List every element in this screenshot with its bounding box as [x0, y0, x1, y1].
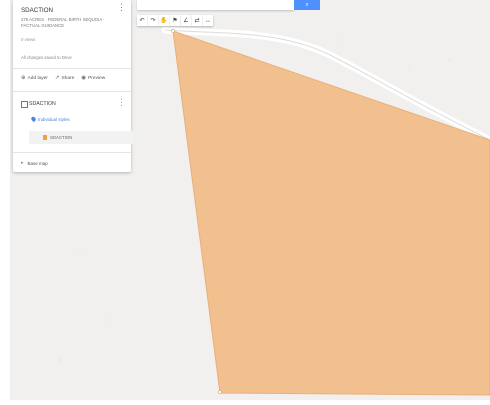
save-status: All changes saved to Drive [21, 55, 72, 60]
style-link[interactable]: Individual styles [30, 115, 70, 123]
layer-title[interactable]: SDACTION [29, 101, 56, 107]
divider [13, 152, 131, 153]
layer-visibility-checkbox[interactable] [21, 101, 28, 108]
base-map-toggle[interactable]: ▸ Base map [21, 160, 48, 166]
search-icon: ⌕ [305, 2, 309, 8]
feature-label: SDACTION [50, 135, 73, 140]
feature-list-item[interactable]: SDACTION [29, 131, 134, 144]
paint-bucket-icon [30, 115, 37, 123]
panel-actions: ⊕ Add layer ↗ Share ◉ Preview [21, 75, 105, 81]
preview-label: Preview [88, 75, 106, 81]
map-description[interactable]: 275 ACRES · FEDERAL BIRTH SEQUOIA · FACT… [21, 17, 117, 29]
pan-tool-button[interactable]: ✋ [159, 15, 170, 26]
polygon-vertex[interactable] [218, 390, 222, 394]
undo-icon: ↶ [139, 18, 145, 24]
add-marker-button[interactable]: ⚑ [170, 15, 181, 26]
share-label: Share [61, 75, 75, 81]
directions-button[interactable]: ⇄ [192, 15, 203, 26]
boundary-polygon[interactable] [172, 30, 490, 396]
draw-line-button[interactable]: ∠ [181, 15, 192, 26]
directions-icon: ⇄ [194, 18, 200, 24]
map-toolbar: ↶ ↷ ✋ ⚑ ∠ ⇄ ↔ [137, 15, 213, 26]
polygon-color-swatch [43, 135, 47, 140]
add-layer-icon: ⊕ [21, 75, 26, 81]
map-legend-panel: SDACTION ⋮ 275 ACRES · FEDERAL BIRTH SEQ… [13, 0, 134, 172]
style-link-label: Individual styles [38, 116, 70, 122]
divider [13, 68, 131, 69]
divider [13, 91, 131, 92]
measure-button[interactable]: ↔ [203, 15, 213, 26]
add-layer-button[interactable]: ⊕ Add layer [21, 75, 48, 81]
map-title[interactable]: SDACTION [21, 7, 53, 14]
search-input[interactable] [137, 0, 294, 10]
preview-button[interactable]: ◉ Preview [81, 75, 105, 81]
undo-button[interactable]: ↶ [137, 15, 148, 26]
eye-icon: ◉ [81, 75, 87, 81]
view-count: 0 views [21, 37, 36, 42]
panel-menu-icon[interactable]: ⋮ [117, 3, 126, 12]
redo-button[interactable]: ↷ [148, 15, 159, 26]
marker-icon: ⚑ [172, 18, 178, 24]
hand-icon: ✋ [160, 18, 168, 24]
base-map-label: Base map [27, 160, 48, 166]
line-icon: ∠ [183, 18, 189, 24]
ruler-icon: ↔ [205, 17, 211, 24]
layer-menu-icon[interactable]: ⋮ [117, 98, 126, 107]
add-layer-label: Add layer [27, 75, 48, 81]
redo-icon: ↷ [150, 18, 156, 24]
search-button[interactable]: ⌕ [294, 0, 320, 10]
share-button[interactable]: ↗ Share [55, 75, 74, 81]
expand-arrow-icon: ▸ [21, 160, 24, 166]
polygon-vertex[interactable] [171, 29, 175, 33]
share-icon: ↗ [54, 75, 60, 81]
